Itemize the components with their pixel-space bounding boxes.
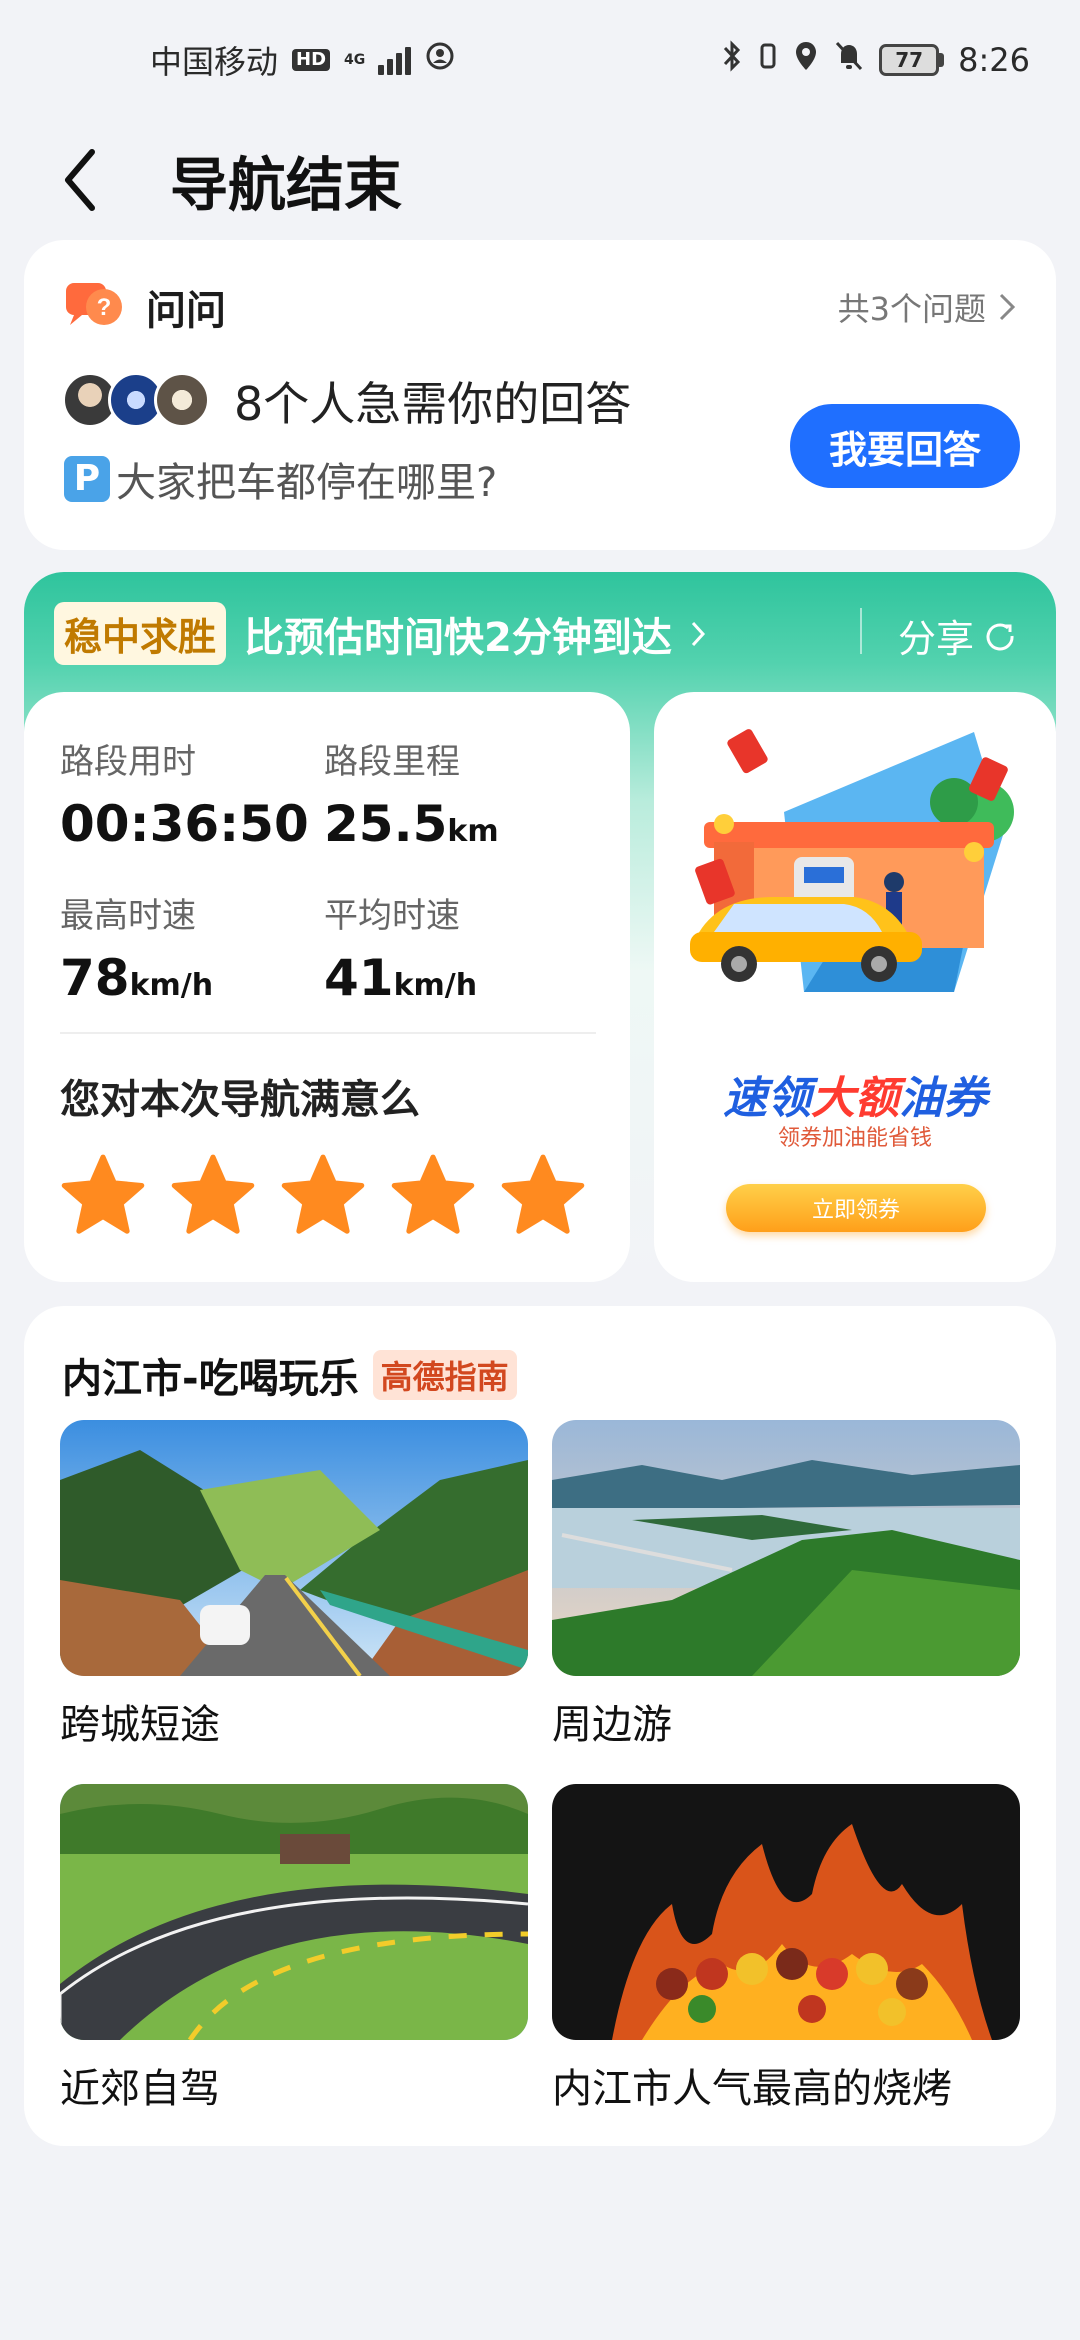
- location-icon: [793, 39, 819, 81]
- ad-headline: 速领大额油券: [723, 1073, 987, 1124]
- mountain-road-photo: [60, 1420, 528, 1676]
- vibrate-icon: [757, 39, 779, 81]
- guide-tile-nearby[interactable]: 周边游: [552, 1420, 1020, 1750]
- network-type-label: 4G: [344, 52, 366, 68]
- trip-stats-card: 路段用时 00:36:50 路段里程 25.5km 最高时速 78km/h 平均…: [24, 692, 630, 1282]
- mute-bell-icon: [833, 39, 865, 81]
- star-icon[interactable]: [390, 1152, 476, 1238]
- status-bar: 中国移动 HD 4G 77 8:26: [0, 0, 1080, 120]
- country-road-photo: [60, 1784, 528, 2040]
- divider: [60, 1032, 596, 1034]
- guide-tile-cross-city[interactable]: 跨城短途: [60, 1420, 528, 1750]
- claim-coupon-button[interactable]: 立即领券: [726, 1184, 986, 1232]
- rating-question: 您对本次导航满意么: [60, 1077, 420, 1123]
- guide-title: 内江市-吃喝玩乐: [62, 1356, 359, 1402]
- tile-label: 周边游: [552, 1702, 672, 1748]
- chevron-right-icon: [691, 621, 705, 646]
- star-icon[interactable]: [60, 1152, 146, 1238]
- avatar: [154, 372, 210, 428]
- clock: 8:26: [958, 41, 1030, 79]
- bluetooth-icon: [721, 39, 743, 81]
- bbq-photo: [552, 1784, 1020, 2040]
- guide-header: 内江市-吃喝玩乐 高德指南: [62, 1346, 517, 1404]
- tile-label: 内江市人气最高的烧烤: [552, 2066, 952, 2112]
- gas-station-illustration: [690, 729, 1014, 992]
- stat-avg-speed: 平均时速 41km/h: [324, 896, 478, 1007]
- qa-question[interactable]: P 大家把车都停在哪里?: [64, 450, 497, 508]
- stat-distance: 路段里程 25.5km: [324, 742, 499, 853]
- battery-level: 77: [879, 44, 940, 76]
- share-button[interactable]: 分享: [898, 608, 1016, 663]
- guide-tag: 高德指南: [372, 1350, 517, 1400]
- question-chat-icon: ?: [64, 281, 124, 333]
- svg-text:?: ?: [97, 294, 112, 321]
- answer-button[interactable]: 我要回答: [790, 404, 1020, 488]
- fuel-coupon-ad[interactable]: 速领大额油券 领券加油能省钱 立即领券: [654, 692, 1056, 1282]
- trip-tag: 稳中求胜: [54, 602, 227, 665]
- star-icon[interactable]: [280, 1152, 366, 1238]
- trip-headline: 比预估时间快2分钟到达: [244, 614, 672, 661]
- qa-title: 问问: [146, 288, 226, 334]
- nav-header: 导航结束: [0, 120, 1080, 240]
- share-label: 分享: [897, 617, 974, 661]
- guide-tile-suburb-drive[interactable]: 近郊自驾: [60, 1784, 528, 2114]
- location-shield-icon: [425, 41, 455, 79]
- share-icon: [986, 622, 1014, 650]
- star-icon[interactable]: [170, 1152, 256, 1238]
- star-icon[interactable]: [500, 1152, 586, 1238]
- battery-icon: 77: [879, 44, 945, 76]
- avatar-group: [62, 372, 210, 428]
- divider: [860, 608, 862, 654]
- tile-label: 跨城短途: [60, 1702, 220, 1748]
- tile-label: 近郊自驾: [60, 2066, 220, 2112]
- back-button[interactable]: [0, 120, 170, 240]
- parking-icon: P: [64, 456, 110, 502]
- hd-icon: HD: [292, 49, 331, 71]
- chevron-right-icon: [999, 293, 1016, 321]
- city-guide-card: 内江市-吃喝玩乐 高德指南 跨城短途 周边游 近郊自驾 内江市人气最高的烧烤: [24, 1306, 1056, 2146]
- lake-view-photo: [552, 1420, 1020, 1676]
- ad-subtitle: 领券加油能省钱: [777, 1126, 932, 1151]
- stat-duration: 路段用时 00:36:50: [60, 742, 309, 853]
- page-title: 导航结束: [170, 151, 403, 219]
- qa-more-link[interactable]: 共3个问题: [838, 284, 1016, 330]
- guide-tile-bbq[interactable]: 内江市人气最高的烧烤: [552, 1784, 1020, 2114]
- qa-question-text: 大家把车都停在哪里?: [116, 460, 498, 506]
- qa-more-label: 共3个问题: [837, 290, 986, 328]
- stat-max-speed: 最高时速 78km/h: [60, 896, 214, 1007]
- signal-icon: [378, 45, 412, 75]
- carrier-label: 中国移动: [150, 43, 279, 81]
- qa-message: 8个人急需你的回答: [234, 377, 632, 431]
- qa-card: ? 问问 共3个问题 8个人急需你的回答 P 大家把车都停在哪里? 我要回答: [24, 240, 1056, 550]
- qa-header: ? 问问: [64, 278, 226, 336]
- chevron-left-icon: [65, 149, 95, 211]
- trip-summary: 稳中求胜 比预估时间快2分钟到达 分享 路段用时 00:36:50 路段里程 2…: [24, 572, 1056, 1282]
- rating-stars: [60, 1152, 586, 1238]
- trip-banner[interactable]: 稳中求胜 比预估时间快2分钟到达: [54, 602, 706, 665]
